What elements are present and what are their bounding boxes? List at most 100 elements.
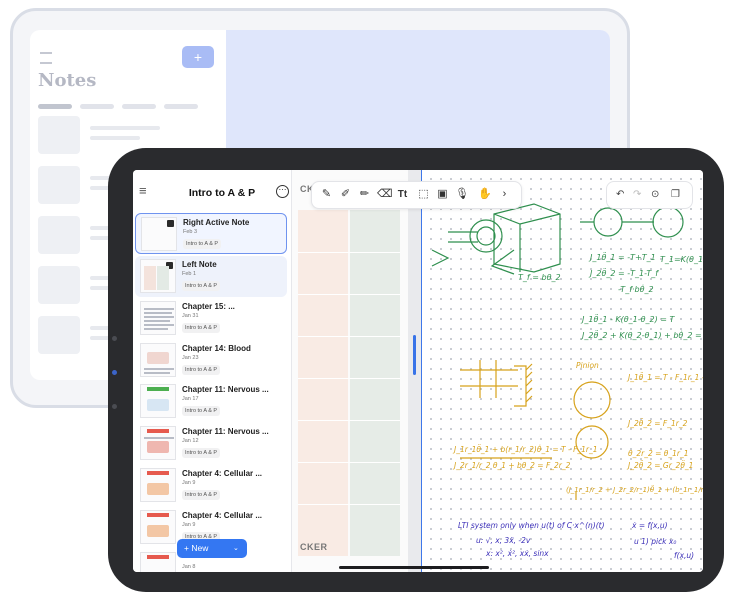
svg-text:u 1) pick x₀: u 1) pick x₀: [634, 537, 676, 546]
svg-text:J_2r_1/r_2 θ_1 + bθ_2 = F_2r_2: J_2r_1/r_2 θ_1 + bθ_2 = F_2r_2: [452, 461, 571, 470]
svg-text:Pinion: Pinion: [576, 361, 599, 370]
note-folder-tag: Intro to A & P: [182, 448, 221, 458]
sensor-icon: [112, 370, 117, 375]
left-note-pane[interactable]: CKER CKER: [292, 170, 408, 572]
note-thumbnail: [140, 510, 176, 544]
note-folder-tag: Intro to A & P: [182, 323, 221, 333]
note-thumbnail: [140, 384, 176, 418]
note-actions-toolbar: ↶ ↷ ⊙ ❐: [606, 181, 693, 209]
note-title: Chapter 4: Cellular ...: [182, 469, 263, 478]
background-tabs: [38, 96, 206, 114]
note-folder-tag: Intro to A & P: [182, 281, 221, 291]
note-date: Jan 17: [182, 396, 199, 402]
note-date: Feb 1: [182, 271, 197, 277]
svg-text:J_2θ̈_2 = F_1r_2: J_2θ̈_2 = F_1r_2: [626, 419, 688, 428]
eraser-icon[interactable]: ⌫: [377, 188, 393, 201]
svg-text:f(x,u): f(x,u): [674, 551, 694, 560]
purple-equations: LTI system only when u(t) of C·x^(n)(t) …: [458, 521, 694, 560]
svg-text:LTI system only when u(t) of C: LTI system only when u(t) of C·x^(n)(t): [458, 521, 605, 530]
handwriting-layer: J_1θ̈_1 = -T+T_1 J_2θ̈_2 = -T_1-T_f -T_f…: [431, 203, 703, 560]
menu-icon: [40, 52, 52, 64]
camera-icon: [112, 336, 117, 341]
svg-text:T_f = bθ_2: T_f = bθ_2: [518, 273, 561, 282]
split-view-handle[interactable]: [413, 335, 416, 375]
note-thumbnail: [140, 343, 176, 377]
yellow-equations: Pinion J_1θ̈_1 = T - F_1r_1 - bθ̇_1 J_2θ…: [452, 361, 703, 494]
note-item-chapter-4-a[interactable]: Chapter 4: Cellular ... Jan 9 Intro to A…: [135, 465, 287, 506]
yellow-diagram: [460, 360, 611, 500]
notes-sidebar: ≡ Intro to A & P ⋯ Right Active Note Feb…: [133, 170, 292, 572]
note-thumbnail: [141, 217, 177, 251]
svg-text:T_1=K(θ_1-θ_2): T_1=K(θ_1-θ_2): [660, 255, 703, 264]
svg-text:-T_f·bθ̇_2: -T_f·bθ̇_2: [618, 284, 654, 294]
note-title: Chapter 15: ...: [182, 302, 235, 311]
svg-text:J_2θ̈_2 = Gr_2θ̈_1: J_2θ̈_2 = Gr_2θ̈_1: [626, 461, 693, 470]
pencil-icon[interactable]: ✐: [339, 188, 352, 201]
text-icon[interactable]: Tt: [396, 188, 409, 201]
note-date: Jan 23: [182, 355, 199, 361]
svg-text:u: √, x, 3ẍ, -2v: u: √, x, 3ẍ, -2v: [476, 536, 531, 545]
mic-icon[interactable]: 🎙: [455, 188, 469, 201]
svg-text:ẋ = f(x,u): ẋ = f(x,u): [631, 521, 668, 530]
green-diagram: [431, 203, 684, 275]
chevron-down-icon: ⌄: [233, 545, 239, 552]
image-icon[interactable]: ▣: [436, 188, 449, 201]
note-folder-tag: Intro to A & P: [183, 239, 222, 249]
more-options-icon[interactable]: ⊙: [651, 188, 659, 201]
note-folder-tag: Intro to A & P: [182, 490, 221, 500]
note-date: Jan 9: [182, 480, 196, 486]
right-note-canvas[interactable]: J_1θ̈_1 = -T+T_1 J_2θ̈_2 = -T_1-T_f -T_f…: [421, 170, 703, 572]
note-thumbnail: [140, 301, 176, 335]
note-title: Chapter 4: Cellular ...: [182, 511, 263, 520]
highlighter-icon[interactable]: ✏: [358, 188, 371, 201]
svg-text:x: x², ẋ², xẋ, sinx: x: x², ẋ², xẋ, sinx: [485, 549, 549, 558]
split-view-icon: [167, 220, 174, 227]
background-add-button: +: [182, 46, 214, 68]
note-title: Chapter 11: Nervous ...: [182, 427, 269, 436]
note-item-chapter-14[interactable]: Chapter 14: Blood Jan 23 Intro to A & P: [135, 340, 287, 381]
pen-icon[interactable]: ✎: [320, 188, 333, 201]
svg-text:(J_1r_1/r_2 + J_2r_2/r_1)θ̈_1: (J_1r_1/r_2 + J_2r_2/r_1)θ̈_1 + (b_1r_1/…: [566, 485, 703, 494]
note-thumbnail: [140, 468, 176, 502]
background-app-title: Notes: [38, 70, 97, 91]
tablet-screen: CKER CKER J_1θ̈_1 = -T+T_: [133, 170, 703, 572]
page-footer-label: CKER: [300, 542, 328, 552]
note-item-left-note[interactable]: Left Note Feb 1 Intro to A & P: [135, 256, 287, 297]
note-title: Right Active Note: [183, 218, 250, 227]
more-tools-icon[interactable]: ›: [498, 188, 511, 201]
note-thumbnail: [140, 426, 176, 460]
hand-icon[interactable]: ✋: [478, 188, 492, 201]
note-item-right-active-note[interactable]: Right Active Note Feb 3 Intro to A & P: [135, 213, 287, 254]
lasso-icon[interactable]: ⬚: [417, 188, 430, 201]
note-title: Chapter 11: Nervous ...: [182, 385, 269, 394]
redo-icon[interactable]: ↷: [633, 188, 641, 201]
note-date: Feb 3: [183, 229, 198, 235]
more-options-icon[interactable]: ⋯: [276, 185, 289, 198]
new-note-button[interactable]: + New ⌄: [177, 539, 247, 558]
undo-icon[interactable]: ↶: [616, 188, 624, 201]
drawing-toolbar: ✎ ✐ ✏ ⌫ Tt ⬚ ▣ 🎙 ✋ ›: [311, 181, 522, 209]
svg-text:θ_2r_2 = θ_1r_1: θ_2r_2 = θ_1r_1: [628, 449, 688, 458]
pages-icon[interactable]: ❐: [671, 188, 680, 201]
note-folder-tag: Intro to A & P: [182, 406, 221, 416]
note-thumbnail: [140, 259, 176, 293]
sidebar-header: ≡ Intro to A & P ⋯: [133, 170, 291, 212]
note-thumbnail: [140, 552, 176, 572]
note-date: Jan 12: [182, 438, 199, 444]
note-date: Jan 9: [182, 522, 196, 528]
hamburger-menu-icon[interactable]: ≡: [139, 184, 147, 197]
svg-text:J_2θ̈_2 = -T_1-T_f: J_2θ̈_2 = -T_1-T_f: [588, 268, 659, 278]
note-date: Jan 8: [182, 564, 196, 570]
note-item-chapter-15[interactable]: Chapter 15: ... Jan 31 Intro to A & P: [135, 298, 287, 339]
note-folder-tag: Intro to A & P: [182, 365, 221, 375]
svg-text:J_1θ̈_1 - K(θ_1-θ_2) = T: J_1θ̈_1 - K(θ_1-θ_2) = T: [580, 314, 676, 324]
note-date: Jan 31: [182, 313, 199, 319]
sensor-icon: [112, 404, 117, 409]
note-item-chapter-11-b[interactable]: Chapter 11: Nervous ... Jan 12 Intro to …: [135, 423, 287, 464]
green-equations: J_1θ̈_1 = -T+T_1 J_2θ̈_2 = -T_1-T_f -T_f…: [518, 252, 703, 340]
svg-text:J_1θ̈_1 = T - F_1r_1 - bθ̇_1: J_1θ̈_1 = T - F_1r_1 - bθ̇_1: [626, 373, 703, 382]
svg-text:J_2θ̈_2 + K(θ_2-θ_1) + bθ̇_2 =: J_2θ̈_2 + K(θ_2-θ_1) + bθ̇_2 = 0: [580, 330, 703, 340]
home-indicator: [339, 566, 489, 569]
folder-title: Intro to A & P: [188, 187, 256, 199]
note-item-chapter-11-a[interactable]: Chapter 11: Nervous ... Jan 17 Intro to …: [135, 381, 287, 422]
